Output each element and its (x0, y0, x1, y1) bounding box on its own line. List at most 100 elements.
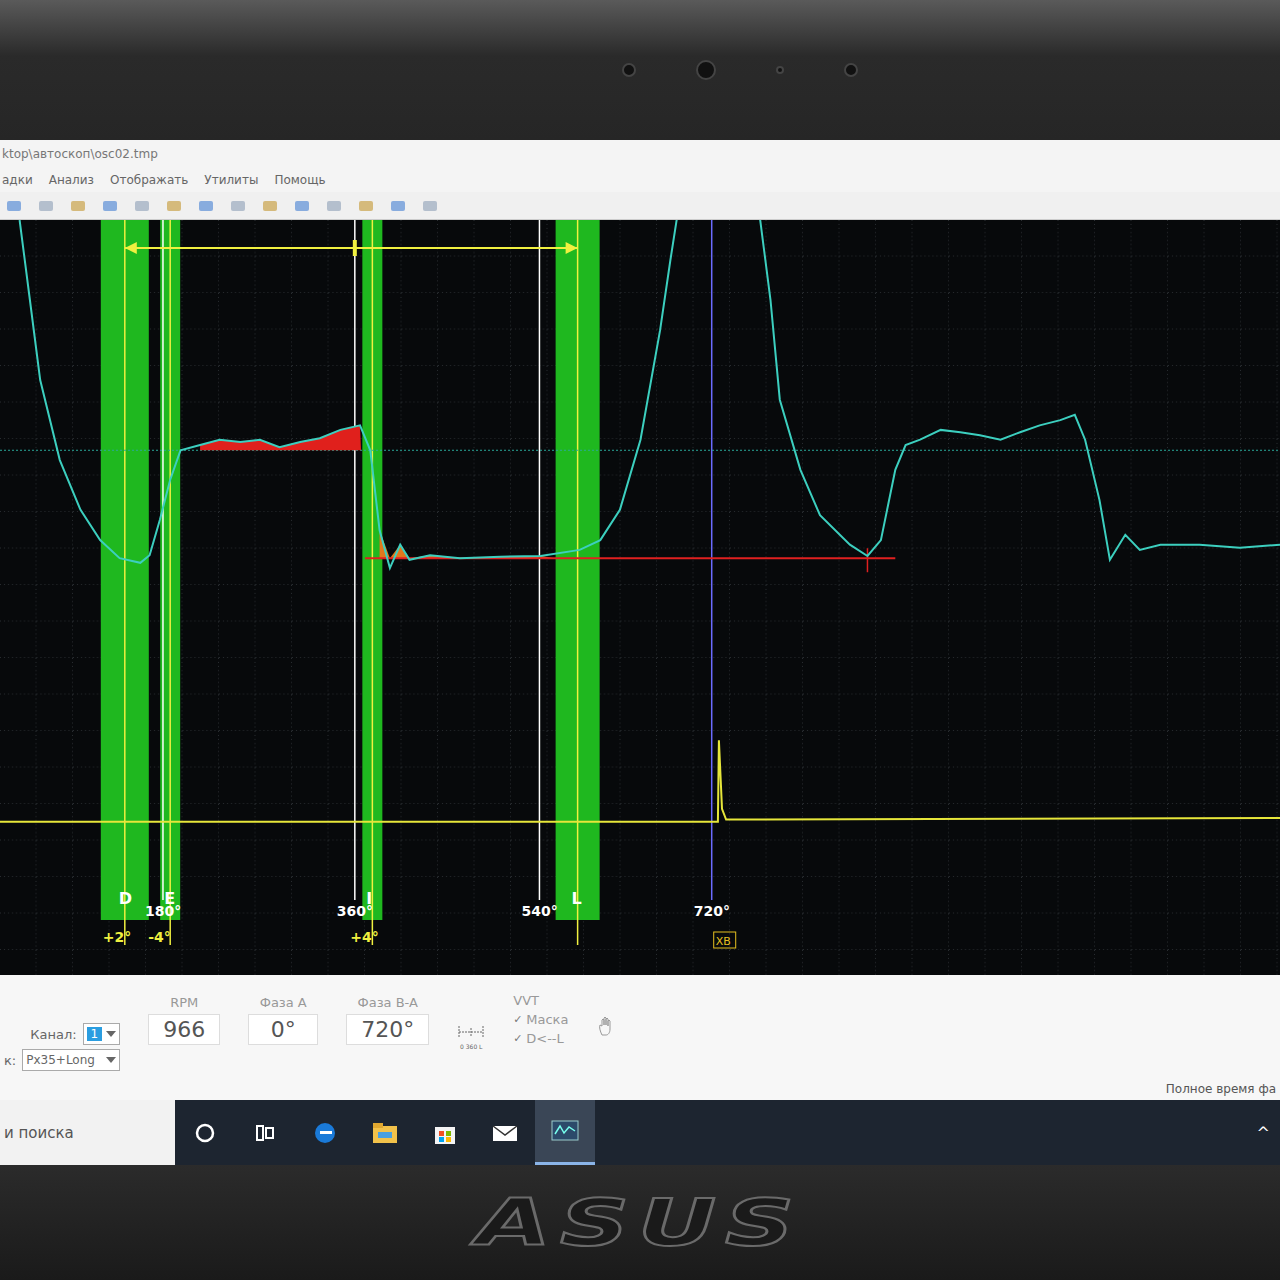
vvt-checkbox[interactable]: ✓Маска (513, 1012, 568, 1027)
degree-label: 540° (521, 903, 557, 919)
series-line (20, 220, 1280, 568)
channel-group: Канал: 1 к: Px35+Long (4, 1023, 120, 1071)
mic-icon (844, 63, 858, 77)
taskview-icon (253, 1121, 277, 1145)
caret-icon (106, 1057, 116, 1063)
oscilloscope-icon (550, 1118, 580, 1144)
menu-item[interactable]: Анализ (49, 173, 94, 187)
cursor-label: XB (716, 935, 731, 948)
search-box[interactable]: и поиска (0, 1100, 175, 1165)
camera-icon (696, 60, 716, 80)
channel-label: Канал: (30, 1027, 76, 1042)
scale-icon (457, 1023, 485, 1041)
marker-offset: +2° (103, 929, 131, 945)
hand-icon[interactable] (596, 1015, 618, 1037)
cortana-icon (193, 1121, 217, 1145)
source-label: к: (4, 1053, 16, 1068)
marker-offset: +4° (350, 929, 378, 945)
chart[interactable]: D+2°E-4°I+4°L180°360°540°720°XB (0, 220, 1280, 975)
taskbar-app[interactable] (415, 1100, 475, 1165)
cursor-box[interactable] (714, 932, 736, 948)
marker-line (124, 220, 126, 945)
readout-label: Фаза A (260, 995, 307, 1010)
baseline-cursor[interactable] (867, 548, 869, 572)
degree-label: 360° (337, 903, 373, 919)
tool-icon[interactable] (164, 198, 184, 214)
taskbar-app[interactable] (535, 1100, 595, 1165)
store-icon (431, 1119, 459, 1147)
readout-label: Фаза B-A (358, 995, 418, 1010)
tool-icon[interactable] (132, 198, 152, 214)
readout-value[interactable]: 966 (148, 1014, 220, 1045)
brand-logo: ASUS (477, 1186, 804, 1260)
degree-line (354, 220, 356, 900)
oscillogram[interactable]: D+2°E-4°I+4°L180°360°540°720°XB (0, 220, 1280, 975)
marker-offset: -4° (148, 929, 171, 945)
menu-item[interactable]: Отображать (110, 173, 188, 187)
plot-background (0, 220, 1280, 975)
channel-select[interactable]: 1 (83, 1023, 121, 1045)
tool-icon[interactable] (4, 198, 24, 214)
taskbar-app[interactable] (235, 1100, 295, 1165)
range-tick (353, 240, 357, 256)
tool-icon[interactable] (388, 198, 408, 214)
marker-label: D (119, 889, 132, 908)
readout: Фаза B-A 720° (346, 995, 429, 1045)
degree-line (162, 220, 164, 900)
control-panel: Канал: 1 к: Px35+Long RPM 966Фаза A 0°Фа… (0, 975, 1280, 1100)
taskbar: и поиска ^ (0, 1100, 1280, 1165)
bezel-bottom: ASUS (0, 1165, 1280, 1280)
menu-bar: адки Анализ Отображать Утилиты Помощь (0, 168, 1280, 192)
taskbar-app[interactable] (355, 1100, 415, 1165)
taskbar-app[interactable] (295, 1100, 355, 1165)
grid (0, 220, 1280, 975)
window-title: ktop\автоскоп\osc02.tmp (2, 147, 158, 161)
series-line (0, 740, 1280, 822)
tool-icon[interactable] (260, 198, 280, 214)
menu-item[interactable]: Утилиты (204, 173, 258, 187)
tool-icon[interactable] (292, 198, 312, 214)
arrow-left-icon (125, 242, 137, 254)
folder-icon (370, 1120, 400, 1146)
menu-item[interactable]: Помощь (274, 173, 325, 187)
source-select[interactable]: Px35+Long (22, 1049, 120, 1071)
vvt-group: VVT ✓Маска✓D<--L (513, 993, 568, 1046)
bezel-top (0, 0, 1280, 140)
taskbar-app[interactable] (175, 1100, 235, 1165)
tool-icon[interactable] (420, 198, 440, 214)
degree-label: 720° (694, 903, 730, 919)
tool-icon[interactable] (356, 198, 376, 214)
readout: RPM 966 (148, 995, 220, 1045)
tool-icon[interactable] (100, 198, 120, 214)
title-bar: ktop\автоскоп\osc02.tmp (0, 140, 1280, 168)
readout-value[interactable]: 720° (346, 1014, 429, 1045)
marker-line (169, 220, 171, 945)
degree-line (539, 220, 541, 900)
marker-line (372, 220, 374, 945)
toolbar (0, 192, 1280, 220)
taskbar-app[interactable] (475, 1100, 535, 1165)
caret-icon (106, 1031, 116, 1037)
readout-value[interactable]: 0° (248, 1014, 318, 1045)
readout: Фаза A 0° (248, 995, 318, 1045)
degree-line (711, 220, 713, 900)
mail-icon (490, 1121, 520, 1145)
status-text: Полное время фа (1166, 1082, 1276, 1096)
scale-button[interactable]: 0 360 L (457, 1023, 485, 1050)
tool-icon[interactable] (196, 198, 216, 214)
arrow-right-icon (566, 242, 578, 254)
edge-icon (311, 1119, 339, 1147)
range-arrow (125, 247, 578, 249)
tool-icon[interactable] (68, 198, 88, 214)
sensor-icon (622, 63, 636, 77)
degree-label: 180° (145, 903, 181, 919)
tool-icon[interactable] (324, 198, 344, 214)
laptop-screen: ktop\автоскоп\osc02.tmp адки Анализ Отобра… (0, 0, 1280, 1280)
marker-label: L (572, 889, 582, 908)
menu-item[interactable]: адки (2, 173, 33, 187)
tool-icon[interactable] (228, 198, 248, 214)
led-icon (776, 66, 784, 74)
vvt-checkbox[interactable]: ✓D<--L (513, 1031, 568, 1046)
tool-icon[interactable] (36, 198, 56, 214)
tray-toggle[interactable]: ^ (1257, 1100, 1280, 1165)
